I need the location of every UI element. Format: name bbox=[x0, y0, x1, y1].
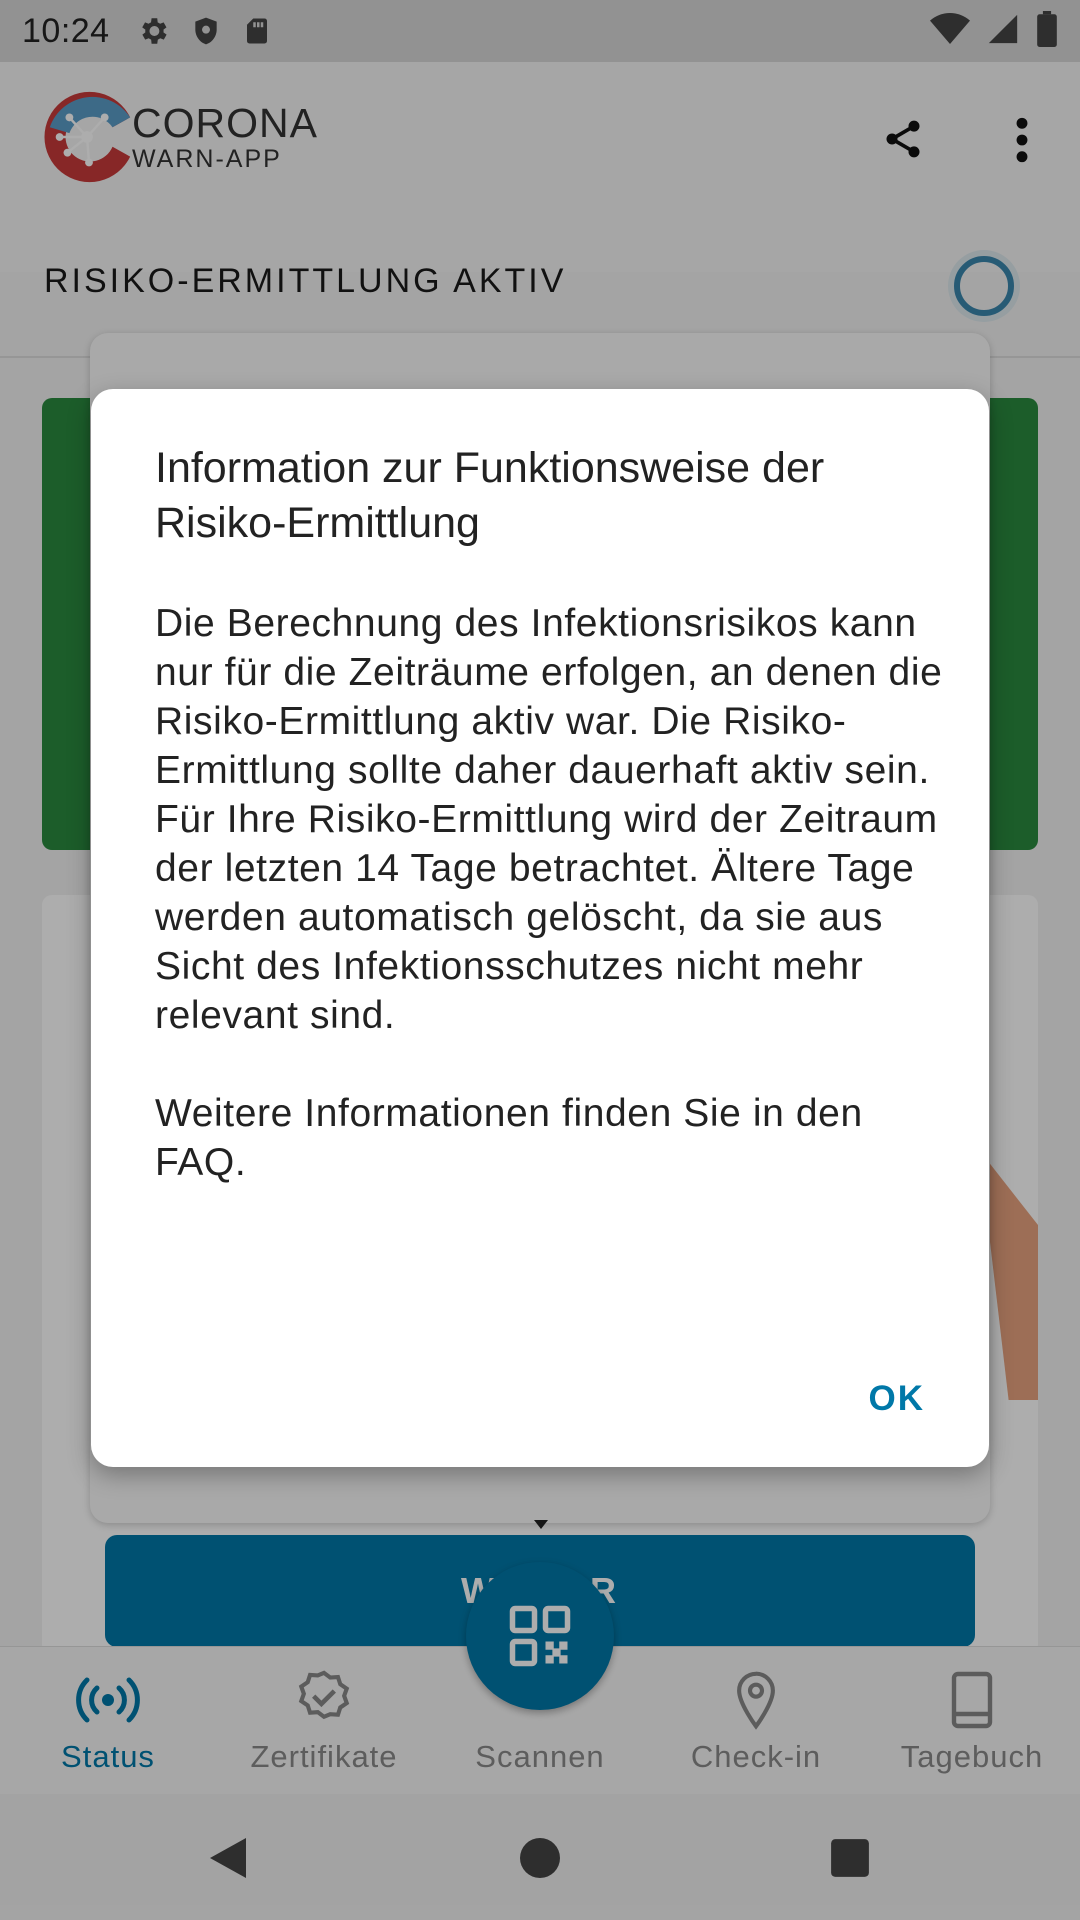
dialog-title: Information zur Funktionsweise der Risik… bbox=[155, 444, 825, 547]
dialog-body: Die Berechnung des Infektionsrisikos kan… bbox=[155, 599, 945, 1187]
info-dialog: Information zur Funktionsweise der Risik… bbox=[91, 389, 989, 1467]
ok-button[interactable]: OK bbox=[869, 1379, 926, 1419]
dialog-paragraph: Weitere Informationen finden Sie in den … bbox=[155, 1092, 863, 1184]
dialog-paragraph: Die Berechnung des Infektionsrisikos kan… bbox=[155, 602, 943, 1037]
